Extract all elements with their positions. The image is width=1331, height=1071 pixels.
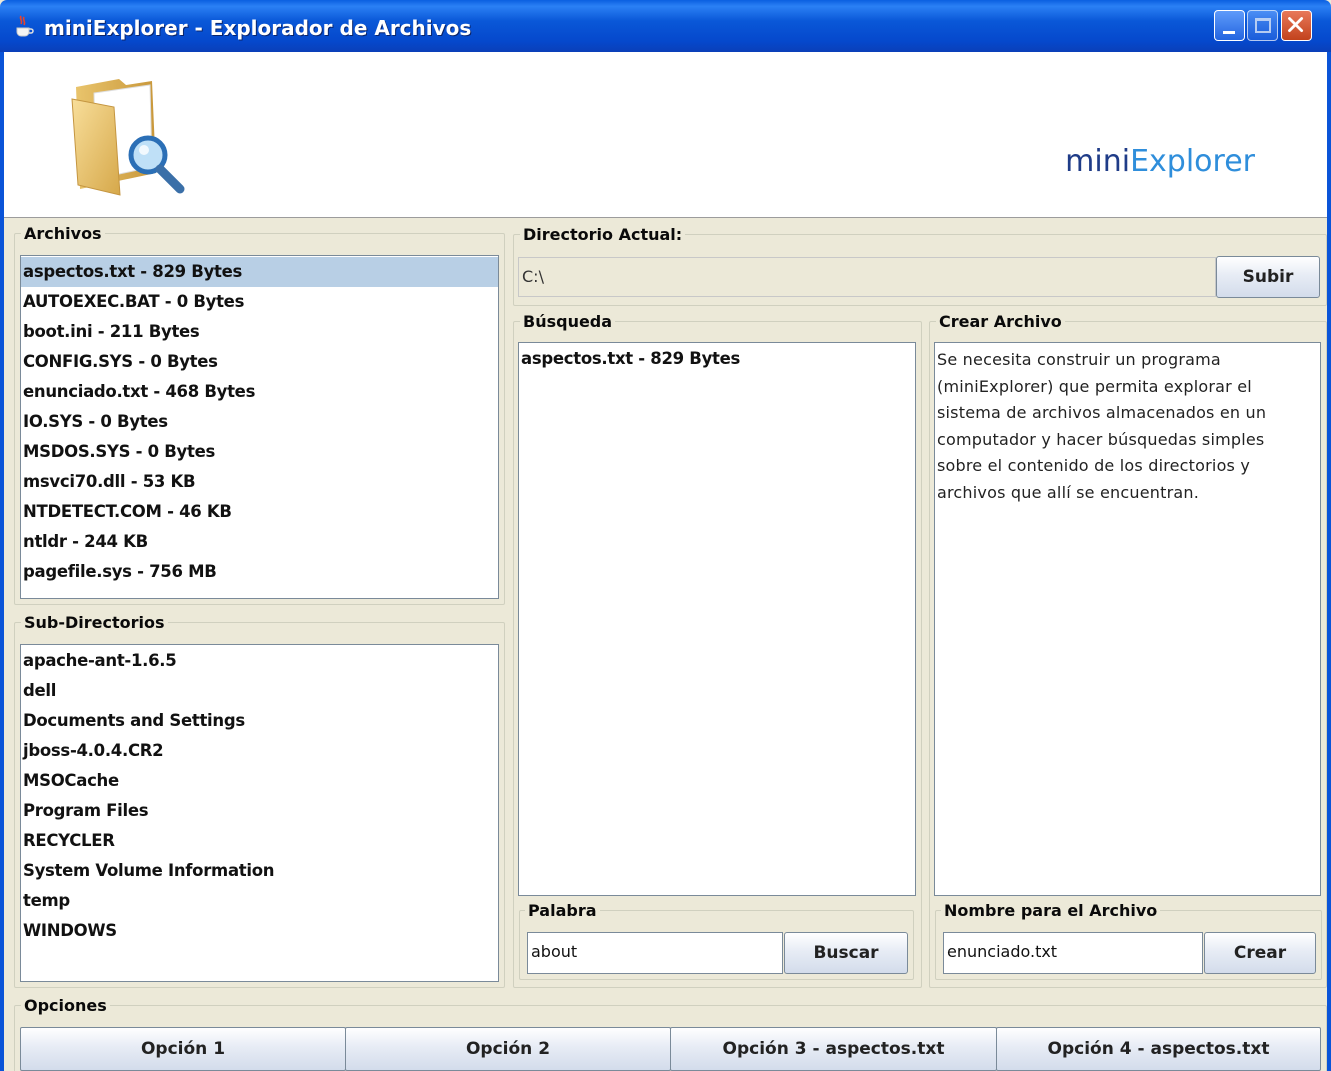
directorio-actual-title: Directorio Actual:: [520, 225, 686, 244]
java-cup-icon: [16, 15, 34, 37]
maximize-button[interactable]: [1247, 10, 1278, 41]
opcion-2-button[interactable]: Opción 2: [345, 1027, 671, 1071]
buscar-button[interactable]: Buscar: [784, 932, 908, 974]
list-item[interactable]: msvci70.dll - 53 KB: [21, 467, 498, 497]
list-item[interactable]: CONFIG.SYS - 0 Bytes: [21, 347, 498, 377]
list-item[interactable]: aspectos.txt - 829 Bytes: [519, 344, 915, 374]
close-icon: [1288, 17, 1304, 33]
list-item[interactable]: MSOCache: [21, 766, 498, 796]
directorio-actual-panel: Directorio Actual: C:\ Subir: [513, 225, 1327, 306]
busqueda-results-list[interactable]: aspectos.txt - 829 Bytes: [518, 342, 916, 896]
list-item[interactable]: MSDOS.SYS - 0 Bytes: [21, 437, 498, 467]
list-item[interactable]: System Volume Information: [21, 856, 498, 886]
header-banner: miniExplorer: [4, 52, 1327, 218]
crear-archivo-title: Crear Archivo: [936, 312, 1065, 331]
palabra-panel: Palabra about Buscar: [519, 901, 914, 980]
brand-logo: miniExplorer: [1065, 144, 1255, 179]
textarea-line: Se necesita construir un programa: [937, 350, 1221, 369]
textarea-line: (miniExplorer) que permita explorar el: [937, 376, 1252, 396]
minimize-button[interactable]: [1214, 10, 1245, 41]
palabra-title: Palabra: [525, 901, 600, 920]
textarea-line: sistema de archivos almacenados en un: [937, 403, 1267, 422]
list-item[interactable]: jboss-4.0.4.CR2: [21, 736, 498, 766]
list-item[interactable]: boot.ini - 211 Bytes: [21, 317, 498, 347]
brand-text-mini: mini: [1065, 144, 1131, 179]
subdirectorios-panel: Sub-Directorios apache-ant-1.6.5 dell Docu…: [14, 613, 505, 988]
list-item[interactable]: Program Files: [21, 796, 498, 826]
window-title: miniExplorer - Explorador de Archivos: [44, 16, 472, 40]
list-item[interactable]: pagefile.sys - 756 MB: [21, 557, 498, 587]
folder-search-icon: [71, 79, 185, 196]
current-path-field[interactable]: C:\: [518, 257, 1216, 297]
list-item[interactable]: aspectos.txt - 829 Bytes: [21, 257, 498, 287]
crear-archivo-panel: Crear Archivo Se necesita construir un p…: [929, 312, 1327, 988]
list-item[interactable]: ntldr - 244 KB: [21, 527, 498, 557]
textarea-line: computador y hacer búsquedas simples: [937, 429, 1265, 449]
list-item[interactable]: dell: [21, 676, 498, 706]
crear-button[interactable]: Crear: [1204, 932, 1316, 974]
opcion-1-button[interactable]: Opción 1: [20, 1027, 346, 1071]
list-item[interactable]: enunciado.txt - 468 Bytes: [21, 377, 498, 407]
brand-text-explorer: Explorer: [1130, 144, 1255, 179]
busqueda-title: Búsqueda: [520, 312, 616, 331]
list-item[interactable]: RECYCLER: [21, 826, 498, 856]
file-content-textarea[interactable]: Se necesita construir un programa (miniEx…: [934, 342, 1321, 896]
subdirectorios-list[interactable]: apache-ant-1.6.5 dell Documents and Settin…: [20, 644, 499, 982]
list-item[interactable]: WINDOWS: [21, 916, 498, 946]
window-titlebar[interactable]: miniExplorer - Explorador de Archivos: [0, 0, 1331, 52]
maximize-icon: [1255, 18, 1271, 33]
archivos-panel: Archivos aspectos.txt - 829 Bytes AUTOEXE…: [14, 224, 505, 605]
list-item[interactable]: AUTOEXEC.BAT - 0 Bytes: [21, 287, 498, 317]
opciones-title: Opciones: [21, 996, 110, 1015]
list-item[interactable]: NTDETECT.COM - 46 KB: [21, 497, 498, 527]
opcion-3-button[interactable]: Opción 3 - aspectos.txt: [670, 1027, 997, 1071]
busqueda-panel: Búsqueda aspectos.txt - 829 Bytes Palabr…: [513, 312, 922, 988]
opciones-panel: Opciones Opción 1 Opción 2 Opción 3 - as…: [14, 996, 1327, 1071]
list-item[interactable]: apache-ant-1.6.5: [21, 646, 498, 676]
palabra-input[interactable]: about: [527, 932, 783, 974]
textarea-line: sobre el contenido de los directorios y: [937, 456, 1251, 475]
list-item[interactable]: IO.SYS - 0 Bytes: [21, 407, 498, 437]
archivos-title: Archivos: [21, 224, 105, 243]
opcion-4-button[interactable]: Opción 4 - aspectos.txt: [996, 1027, 1321, 1071]
subir-button[interactable]: Subir: [1216, 256, 1320, 298]
minimize-icon: [1223, 31, 1235, 34]
archivos-list[interactable]: aspectos.txt - 829 Bytes AUTOEXEC.BAT - 0…: [20, 255, 499, 599]
list-item[interactable]: temp: [21, 886, 498, 916]
close-button[interactable]: [1281, 10, 1312, 41]
list-item[interactable]: Documents and Settings: [21, 706, 498, 736]
nombre-archivo-title: Nombre para el Archivo: [941, 901, 1161, 920]
nombre-archivo-panel: Nombre para el Archivo enunciado.txt Cre…: [935, 901, 1322, 980]
nombre-archivo-input[interactable]: enunciado.txt: [943, 932, 1203, 974]
textarea-line: archivos que allí se encuentran.: [937, 482, 1200, 502]
subdirectorios-title: Sub-Directorios: [21, 613, 168, 632]
